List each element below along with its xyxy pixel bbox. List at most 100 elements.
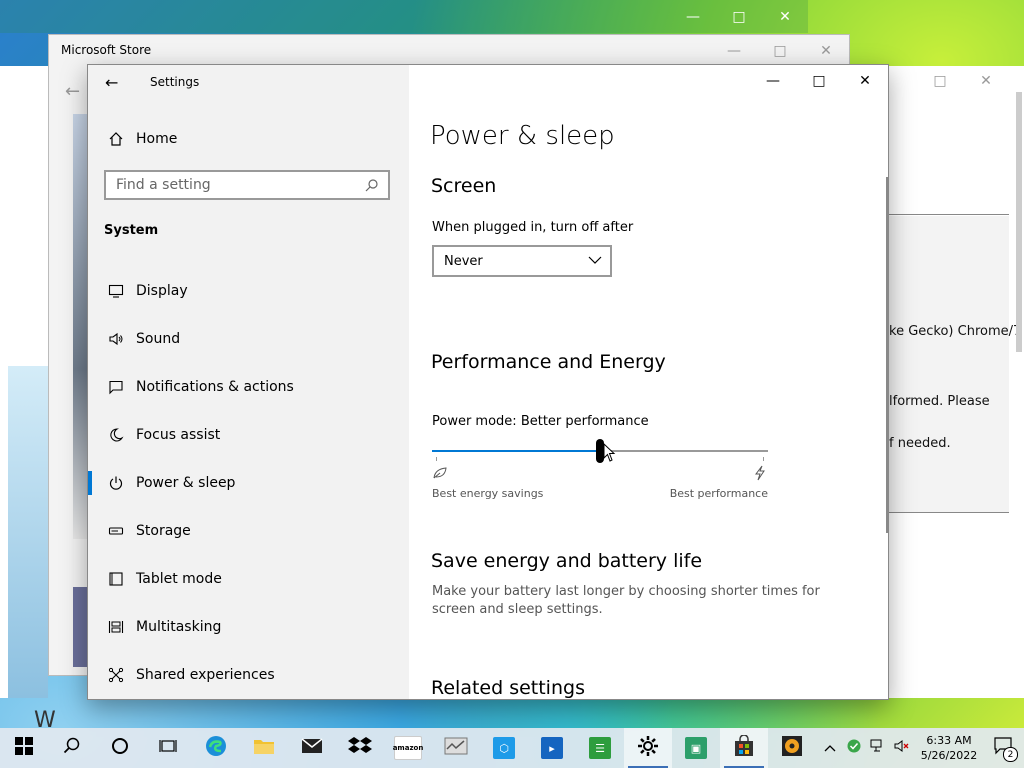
sidebar-item-shared-experiences[interactable]: Shared experiences — [88, 653, 409, 697]
taskbar-edge[interactable] — [192, 728, 240, 768]
search-input[interactable]: Find a setting — [104, 170, 390, 200]
search-icon[interactable] — [360, 178, 384, 192]
sidebar-item-home[interactable]: Home — [88, 117, 409, 161]
search-placeholder: Find a setting — [116, 177, 211, 193]
close-icon[interactable]: ✕ — [803, 37, 849, 65]
network-icon — [870, 739, 886, 757]
security-tray-button[interactable] — [842, 728, 866, 768]
taskbar-app-media[interactable] — [768, 728, 816, 768]
sidebar-item-focus-assist[interactable]: Focus assist — [88, 413, 409, 457]
power-icon — [104, 475, 128, 491]
page-title: Power & sleep — [430, 121, 615, 151]
sidebar-item-label: Focus assist — [136, 427, 221, 443]
cortana-button[interactable] — [96, 728, 144, 768]
sidebar-item-display[interactable]: Display — [88, 269, 409, 313]
gear-icon — [637, 735, 659, 761]
start-button[interactable] — [0, 728, 48, 768]
folder-icon — [253, 736, 275, 760]
remote-desktop-icon: ▸ — [541, 737, 563, 759]
sidebar-item-storage[interactable]: Storage — [88, 509, 409, 553]
shared-icon — [104, 667, 128, 683]
volume-tray-button[interactable] — [890, 728, 914, 768]
slider-tick — [763, 457, 764, 461]
taskbar-store[interactable] — [720, 728, 768, 768]
sidebar-item-multitasking[interactable]: Multitasking — [88, 605, 409, 649]
sidebar-item-sound[interactable]: Sound — [88, 317, 409, 361]
tablet-icon — [104, 571, 128, 587]
background-image — [8, 366, 48, 698]
slider-fill — [432, 450, 600, 452]
taskbar-app-cast[interactable]: ▣ — [672, 728, 720, 768]
section-heading-related-settings: Related settings — [431, 677, 585, 699]
browser-content-panel — [889, 216, 1009, 512]
notification-icon — [104, 379, 128, 395]
task-view-button[interactable] — [144, 728, 192, 768]
plugged-in-label: When plugged in, turn off after — [432, 220, 634, 235]
sidebar-group-label: System — [104, 223, 159, 238]
power-mode-label: Power mode: Better performance — [432, 414, 649, 429]
close-icon[interactable]: ✕ — [762, 4, 808, 30]
clock[interactable]: 6:33 AM 5/26/2022 — [914, 733, 984, 763]
dropbox-icon — [348, 735, 372, 761]
mail-icon — [301, 737, 323, 759]
show-hidden-icons-button[interactable] — [818, 728, 842, 768]
monitor-icon — [104, 283, 128, 299]
back-arrow-icon[interactable]: ← — [105, 73, 118, 92]
activity-monitor-icon — [444, 736, 468, 760]
section-heading-performance: Performance and Energy — [431, 351, 666, 373]
sidebar-item-tablet-mode[interactable]: Tablet mode — [88, 557, 409, 601]
slider-left-caption: Best energy savings — [432, 487, 544, 500]
sidebar-item-notifications[interactable]: Notifications & actions — [88, 365, 409, 409]
screen-timeout-dropdown[interactable]: Never — [432, 245, 612, 277]
sidebar-item-power-sleep[interactable]: Power & sleep — [88, 461, 409, 505]
cortana-circle-icon — [111, 737, 129, 759]
slider-tick — [436, 457, 437, 461]
document-icon: ☰ — [589, 737, 611, 759]
sidebar-item-label: Notifications & actions — [136, 379, 294, 395]
clock-time: 6:33 AM — [926, 734, 972, 747]
app-hexagon-icon: ⬡ — [493, 737, 515, 759]
notification-count-badge: 2 — [1003, 747, 1018, 762]
action-center-button[interactable]: 2 — [984, 728, 1024, 768]
settings-sidebar: ← Settings Home Find a setting System Di… — [88, 65, 409, 699]
save-energy-description: Make your battery last longer by choosin… — [432, 584, 820, 617]
taskbar-app-remote[interactable]: ▸ — [528, 728, 576, 768]
taskbar-settings[interactable] — [624, 728, 672, 768]
taskbar-amazon[interactable]: amazon — [384, 728, 432, 768]
edge-icon — [205, 735, 227, 761]
maximize-icon[interactable]: □ — [757, 37, 803, 65]
home-icon — [104, 131, 128, 147]
network-tray-button[interactable] — [866, 728, 890, 768]
sidebar-item-label: Shared experiences — [136, 667, 275, 683]
taskbar-app-monitor[interactable] — [432, 728, 480, 768]
window-title: Settings — [150, 75, 200, 89]
task-view-icon — [159, 737, 177, 759]
browser-scrollbar[interactable] — [1015, 72, 1023, 692]
clock-date: 5/26/2022 — [920, 749, 978, 762]
section-heading-screen: Screen — [431, 175, 497, 197]
taskbar-dropbox[interactable] — [336, 728, 384, 768]
search-button[interactable] — [48, 728, 96, 768]
store-window-controls: — □ ✕ — [711, 37, 849, 65]
scrollbar-thumb[interactable] — [1016, 92, 1022, 352]
minimize-icon[interactable]: — — [670, 4, 716, 30]
taskbar-mail[interactable] — [288, 728, 336, 768]
power-mode-slider[interactable]: Best energy savings Best performance — [432, 435, 768, 500]
taskbar-app-blue[interactable]: ⬡ — [480, 728, 528, 768]
maximize-icon[interactable]: □ — [917, 68, 963, 94]
minimize-icon[interactable]: — — [711, 37, 757, 65]
taskbar-file-explorer[interactable] — [240, 728, 288, 768]
close-icon[interactable]: ✕ — [963, 68, 1009, 94]
maximize-icon[interactable]: □ — [716, 4, 762, 30]
storage-icon — [104, 523, 128, 539]
slider-right-caption: Best performance — [669, 487, 768, 500]
mouse-cursor-icon — [603, 442, 617, 467]
sidebar-item-label: Power & sleep — [136, 475, 236, 491]
windows-logo-icon — [15, 737, 33, 759]
lightning-icon — [752, 465, 768, 485]
amazon-icon: amazon — [393, 736, 423, 760]
taskbar-app-green-doc[interactable]: ☰ — [576, 728, 624, 768]
content-scrollbar[interactable] — [886, 177, 888, 533]
back-arrow-icon[interactable]: ← — [65, 81, 80, 102]
background-window-left: W — [0, 66, 56, 733]
